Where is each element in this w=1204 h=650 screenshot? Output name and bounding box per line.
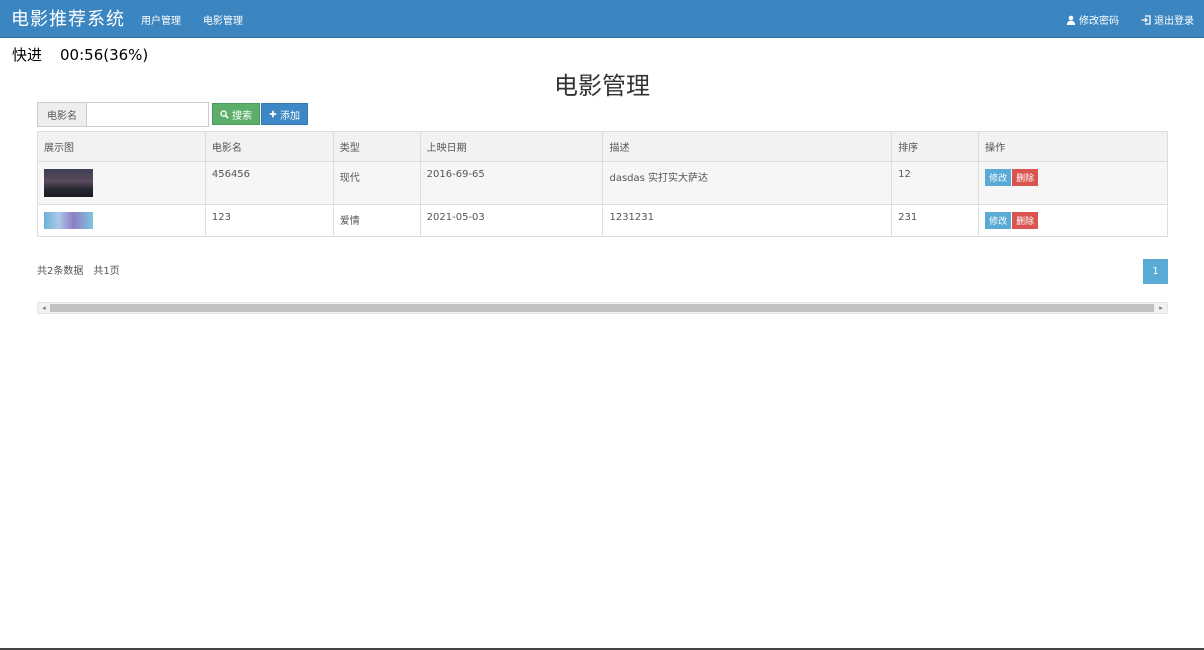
description-cell: 1231231 xyxy=(602,204,893,237)
page-1-button[interactable]: 1 xyxy=(1143,259,1168,284)
edit-button[interactable]: 修改 xyxy=(985,212,1012,229)
fast-forward-label: 快进 xyxy=(12,46,43,64)
scroll-left-icon[interactable]: ◂ xyxy=(39,304,49,312)
playback-time: 00:56(36%) xyxy=(60,46,149,64)
header-date: 上映日期 xyxy=(419,131,604,162)
search-icon xyxy=(220,109,229,119)
table-row: 456456 现代 2016-69-65 dasdas 实打实大萨达 12 修改… xyxy=(37,161,1168,205)
poster-cell xyxy=(37,204,206,237)
search-bar: 电影名 搜索 添加 xyxy=(37,102,308,127)
change-password-link[interactable]: 修改密码 xyxy=(1066,12,1119,27)
table-row: 123 爱情 2021-05-03 1231231 231 修改 删除 xyxy=(37,204,1168,237)
poster-cell xyxy=(37,161,206,205)
playback-overlay: 快进 00:56(36%) xyxy=(12,44,148,65)
total-pages: 共1页 xyxy=(93,266,120,277)
header-actions: 操作 xyxy=(978,131,1168,162)
plus-icon xyxy=(269,110,277,118)
movie-name-input[interactable] xyxy=(87,102,209,127)
nav-movie-management[interactable]: 电影管理 xyxy=(203,12,243,27)
nav-right: 修改密码 退出登录 xyxy=(1066,12,1194,27)
logout-icon xyxy=(1141,14,1151,25)
date-cell: 2016-69-65 xyxy=(419,161,604,205)
nav-links: 用户管理 电影管理 xyxy=(141,12,243,27)
nav-user-management[interactable]: 用户管理 xyxy=(141,12,181,27)
header-description: 描述 xyxy=(602,131,893,162)
type-cell: 现代 xyxy=(332,161,421,205)
logout-link[interactable]: 退出登录 xyxy=(1141,12,1194,27)
description-cell: dasdas 实打实大萨达 xyxy=(602,161,893,205)
page-title: 电影管理 xyxy=(554,72,650,100)
type-cell: 爱情 xyxy=(332,204,421,237)
total-count: 共2条数据 xyxy=(37,266,84,277)
top-navbar: 电影推荐系统 用户管理 电影管理 修改密码 退出登录 xyxy=(0,0,1204,38)
pagination-info: 共2条数据 共1页 xyxy=(37,262,120,277)
name-cell: 123 xyxy=(204,204,334,237)
user-icon xyxy=(1066,15,1076,25)
horizontal-scrollbar[interactable]: ◂ ▸ xyxy=(37,302,1168,314)
date-cell: 2021-05-03 xyxy=(419,204,604,237)
header-name: 电影名 xyxy=(204,131,334,162)
delete-button[interactable]: 删除 xyxy=(1012,169,1039,186)
search-button[interactable]: 搜索 xyxy=(212,103,260,125)
name-cell: 456456 xyxy=(204,161,334,205)
actions-cell: 修改 删除 xyxy=(978,204,1168,237)
movie-name-label: 电影名 xyxy=(37,102,87,127)
add-button-label: 添加 xyxy=(280,110,300,122)
header-poster: 展示图 xyxy=(37,131,206,162)
change-password-label: 修改密码 xyxy=(1079,16,1119,27)
app-brand[interactable]: 电影推荐系统 xyxy=(11,5,125,31)
order-cell: 12 xyxy=(891,161,980,205)
header-order: 排序 xyxy=(891,131,980,162)
search-button-label: 搜索 xyxy=(232,110,252,122)
edit-button[interactable]: 修改 xyxy=(985,169,1012,186)
poster-thumbnail xyxy=(44,212,93,229)
scrollbar-thumb[interactable] xyxy=(50,304,1154,312)
scroll-right-icon[interactable]: ▸ xyxy=(1156,304,1166,312)
actions-cell: 修改 删除 xyxy=(978,161,1168,205)
delete-button[interactable]: 删除 xyxy=(1012,212,1039,229)
add-button[interactable]: 添加 xyxy=(261,103,308,125)
header-type: 类型 xyxy=(332,131,421,162)
poster-thumbnail xyxy=(44,169,93,197)
order-cell: 231 xyxy=(891,204,980,237)
table-header-row: 展示图 电影名 类型 上映日期 描述 排序 操作 xyxy=(37,131,1168,162)
logout-label: 退出登录 xyxy=(1154,16,1194,27)
movie-table: 展示图 电影名 类型 上映日期 描述 排序 操作 456456 现代 2016-… xyxy=(37,131,1168,237)
